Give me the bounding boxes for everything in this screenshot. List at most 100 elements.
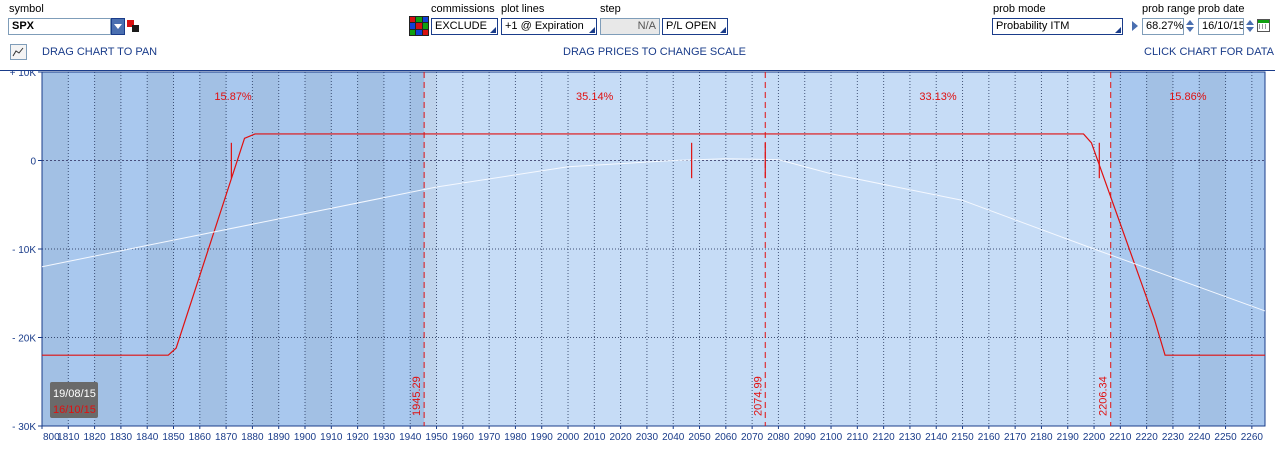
grid-band [147,72,174,426]
y-axis-label: 0 [30,157,36,168]
x-axis-label: 1820 [83,432,106,443]
color-grid-icon[interactable] [409,16,429,36]
calendar-icon[interactable] [1257,19,1270,32]
x-axis-label: 2160 [978,432,1001,443]
prob-date-input[interactable]: 16/10/15 [1198,18,1244,35]
price-marker-label: 1945.29 [411,376,423,416]
grid-band [1146,72,1173,426]
x-axis-label: 1840 [136,432,159,443]
x-axis-label: 2130 [899,432,922,443]
grid-band [357,72,384,426]
price-marker-label: 2074.99 [752,376,764,416]
x-axis-label: 2190 [1057,432,1080,443]
symbol-color-icon[interactable] [127,20,139,32]
x-axis-label: 2040 [662,432,685,443]
x-axis-label: 2000 [557,432,580,443]
x-axis-label: 2120 [873,432,896,443]
plot-lines-select[interactable]: +1 @ Expiration [501,18,597,35]
symbol-dropdown-button[interactable] [111,18,125,35]
x-axis-label: 2260 [1241,432,1264,443]
commissions-select[interactable]: EXCLUDE [431,18,498,35]
x-axis-label: 1920 [346,432,369,443]
x-axis-label: 2080 [767,432,790,443]
date-badge: 19/08/15 16/10/15 [50,382,98,418]
scale-hint: DRAG PRICES TO CHANGE SCALE [563,46,746,58]
y-axis-label: - 30K [12,422,36,433]
x-axis-label: 1860 [189,432,212,443]
plot-lines-label: plot lines [501,3,545,15]
x-axis-label: 1900 [294,432,317,443]
chart-type-icon[interactable] [10,44,27,60]
x-axis-label: 2140 [925,432,948,443]
x-axis-label: 2070 [741,432,764,443]
commissions-label: commissions [431,3,495,15]
zone-probability-label: 33.13% [919,91,957,103]
prob-range-input[interactable]: 68.27% [1142,18,1184,35]
x-axis-label: 2240 [1188,432,1211,443]
x-axis-label: 2060 [715,432,738,443]
chevron-down-icon [114,24,122,29]
x-axis-label: 2170 [1004,432,1027,443]
prob-date-spinner[interactable] [1245,18,1255,35]
x-axis-label: 2090 [794,432,817,443]
x-axis-label: 1830 [110,432,133,443]
data-hint[interactable]: CLICK CHART FOR DATA [1144,46,1274,58]
x-axis-label: 2010 [583,432,606,443]
x-axis-label: 1990 [531,432,554,443]
x-axis-label: 2250 [1214,432,1237,443]
pl-mode-select[interactable]: P/L OPEN [662,18,728,35]
spin-up-icon[interactable] [1186,20,1194,25]
x-axis-label: 1950 [425,432,448,443]
zone-probability-label: 15.86% [1169,91,1207,103]
x-axis-label: 1910 [320,432,343,443]
x-axis-label: 1890 [268,432,291,443]
price-marker-label: 2206.34 [1098,376,1110,416]
symbol-input[interactable]: SPX [8,18,111,35]
x-axis-label: 2180 [1030,432,1053,443]
zone-probability-label: 35.14% [576,91,614,103]
x-axis-label: 2030 [636,432,659,443]
risk-profile-chart[interactable]: 1945.29 2074.99 2206.34 15.87% 35.14% 33.13% 1… [0,70,1275,456]
x-axis-label: 1810 [57,432,80,443]
x-axis-label: 2020 [609,432,632,443]
x-axis-label: 2150 [951,432,974,443]
x-axis-label: 2220 [1136,432,1159,443]
x-axis-label: 2110 [847,432,869,443]
spin-down-icon[interactable] [1246,27,1254,32]
x-axis-label: 1970 [478,432,501,443]
prob-date-label: prob date [1198,3,1245,15]
x-axis-label: 1980 [504,432,527,443]
x-axis-label: 1850 [162,432,185,443]
y-axis-label: - 20K [12,334,36,345]
probability-zone [1110,72,1265,426]
symbol-label: symbol [9,3,44,15]
x-axis-label: 1880 [241,432,264,443]
x-axis-label: 2200 [1083,432,1106,443]
prob-range-label: prob range [1142,3,1196,15]
start-date: 19/08/15 [53,388,96,400]
end-date: 16/10/15 [53,404,96,416]
x-axis-label: 1940 [399,432,422,443]
spin-down-icon[interactable] [1186,27,1194,32]
step-input[interactable]: N/A [600,18,660,35]
pan-hint: DRAG CHART TO PAN [42,46,158,58]
x-axis-label: 2210 [1109,432,1132,443]
x-axis-label: 1960 [452,432,475,443]
grid-band [94,72,121,426]
grid-band [252,72,279,426]
probability-zone [765,72,1111,426]
x-axis-label: 2100 [820,432,843,443]
spin-up-icon[interactable] [1246,20,1254,25]
y-axis-label: + 10K [10,70,37,79]
prob-range-spinner[interactable] [1185,18,1195,35]
y-axis-label: - 10K [12,245,36,256]
prob-mode-label: prob mode [993,3,1046,15]
step-label: step [600,3,621,15]
x-axis-label: 2230 [1162,432,1185,443]
prob-mode-select[interactable]: Probability ITM [992,18,1123,35]
zone-probability-label: 15.87% [214,91,252,103]
x-axis-label: 1870 [215,432,238,443]
x-axis-label: 1930 [373,432,396,443]
x-axis-label: 2050 [688,432,711,443]
play-arrow-icon[interactable] [1132,21,1138,31]
